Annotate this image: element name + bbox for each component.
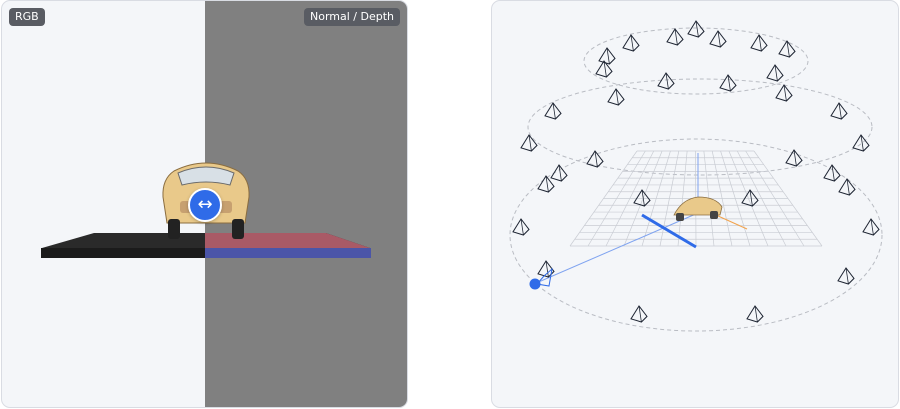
camera-frustum-icon (512, 218, 530, 236)
camera-frustum-icon (766, 64, 784, 82)
camera-rig-scene (509, 20, 883, 332)
normal-depth-label: Normal / Depth (303, 8, 400, 26)
camera-frustum-icon (719, 74, 737, 92)
camera-frustum-icon (838, 178, 856, 196)
car-window (177, 166, 235, 186)
camera-frustum-icon (586, 150, 604, 168)
rgb-label: RGB (9, 8, 45, 26)
camera-frustum-icon (741, 189, 759, 207)
camera-frustum-icon (750, 34, 768, 52)
camera-frustum-icon (837, 267, 855, 285)
camera-frustum-icon (862, 218, 880, 236)
camera-frustum-icon (666, 28, 684, 46)
camera-frustum-icon (657, 72, 675, 90)
camera-frustum-icon (830, 102, 848, 120)
camera-frustum-icon (633, 189, 651, 207)
camera-frustum-icon (709, 30, 727, 48)
comparison-viewer[interactable]: RGB Normal / Depth ↔ (1, 0, 408, 408)
camera-rig-viewer[interactable] (491, 0, 899, 408)
camera-frustum-icon (778, 40, 796, 58)
camera-frustum-icon (622, 34, 640, 52)
orbit-ring-top (583, 27, 809, 95)
platform-edge-rgb (41, 248, 206, 258)
camera-frustum-icon (746, 305, 764, 323)
car-wheel-right (232, 219, 244, 239)
car-wheel-left (168, 219, 180, 239)
camera-frustum-icon (630, 305, 648, 323)
arrows-left-right-icon: ↔ (197, 194, 213, 215)
camera-frustum-icon (785, 149, 803, 167)
selected-camera-dot (529, 278, 541, 290)
camera-frustum-icon (687, 20, 705, 38)
camera-frustum-icon (544, 102, 562, 120)
camera-frustum-icon (852, 134, 870, 152)
platform-top-normal (205, 233, 370, 248)
camera-frustum-icon (607, 88, 625, 106)
platform-edge-normal (205, 248, 371, 258)
axis-to-camera (533, 212, 699, 285)
camera-frustum-icon (823, 164, 841, 182)
split-slider-handle[interactable]: ↔ (188, 188, 222, 222)
car-model (673, 196, 723, 221)
camera-frustum-icon (520, 134, 538, 152)
camera-frustum-icon (775, 84, 793, 102)
camera-frustum-icon (598, 47, 616, 65)
axis-blue (641, 213, 697, 249)
